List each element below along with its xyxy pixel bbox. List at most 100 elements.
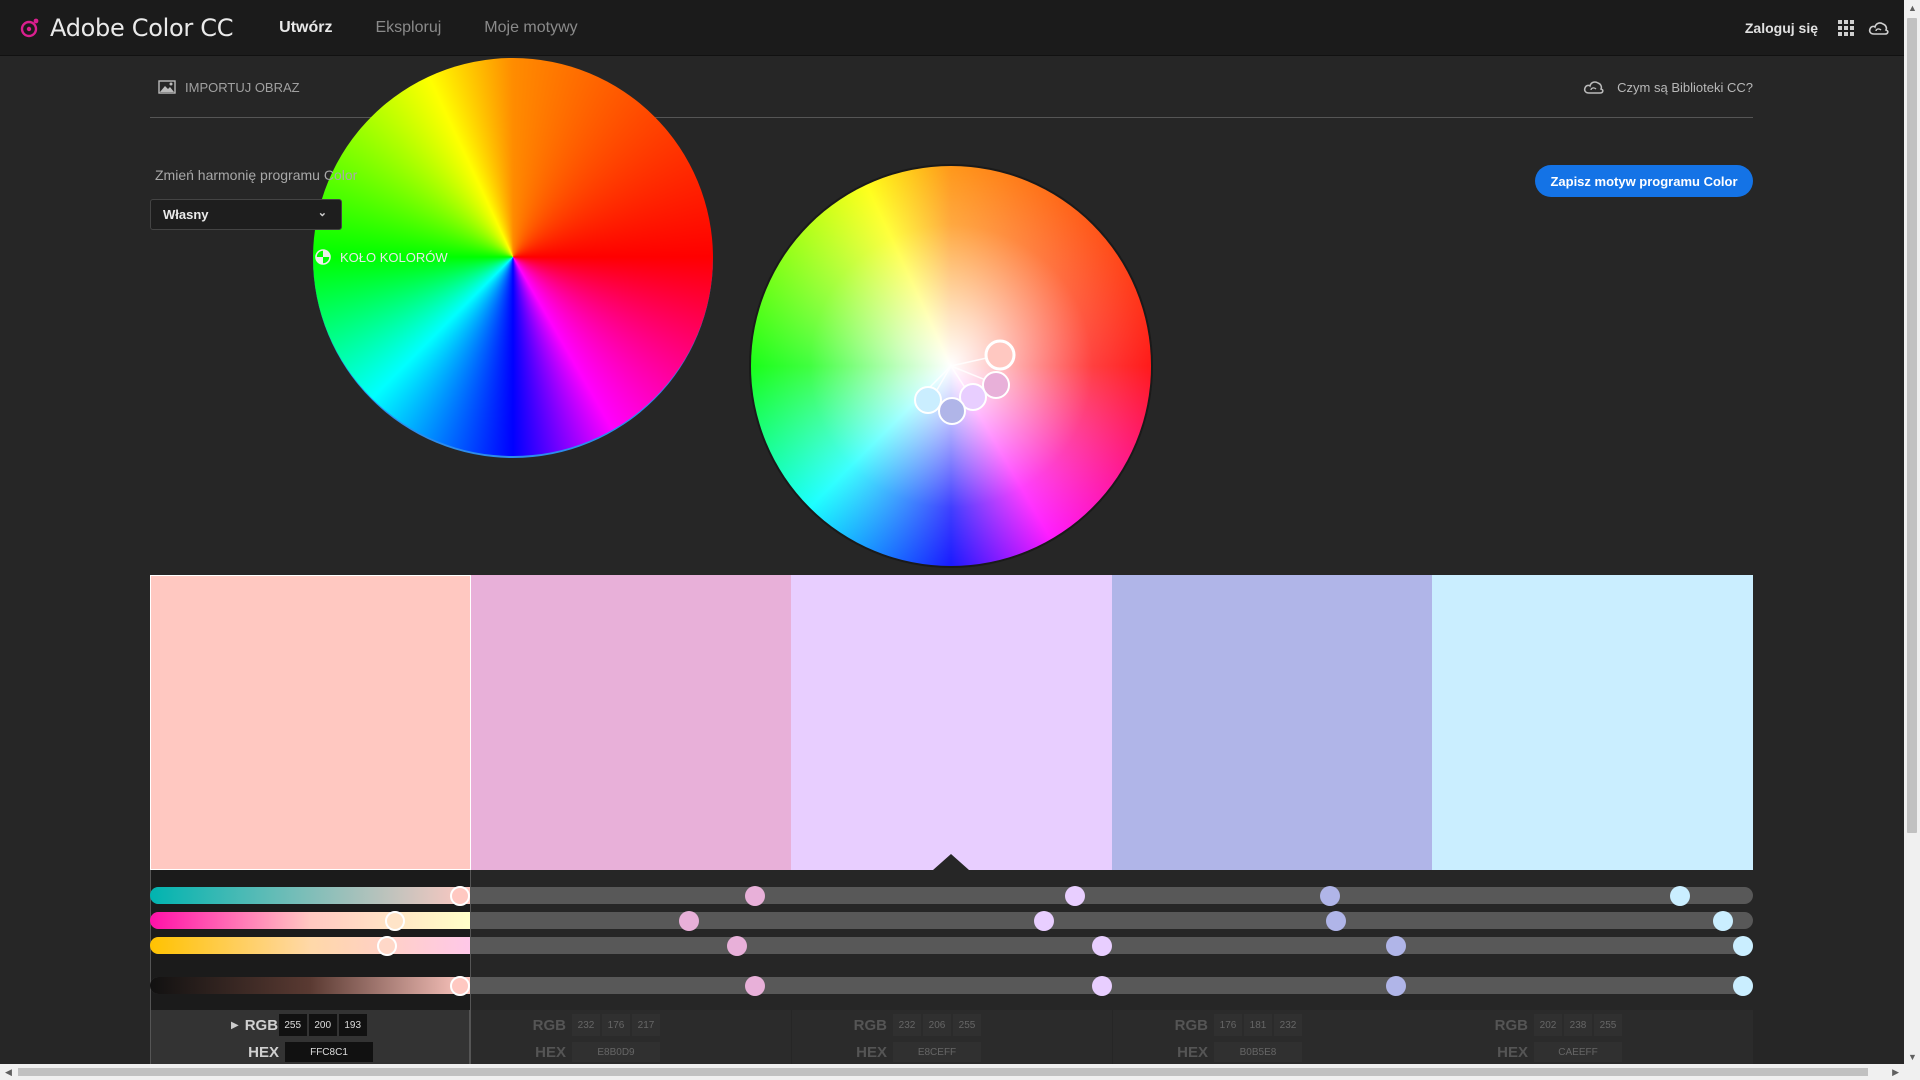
vertical-scrollbar-thumb[interactable] xyxy=(1907,18,1917,833)
hex-label: HEX xyxy=(535,1043,566,1061)
wheel-marker-3 xyxy=(938,397,966,425)
tab-import-image[interactable]: IMPORTUJ OBRAZ xyxy=(158,56,300,118)
slider-knob[interactable] xyxy=(385,910,405,931)
swatch-row xyxy=(150,575,1753,870)
hex-value[interactable]: FFC8C1 xyxy=(285,1042,373,1062)
color-wheel-icon xyxy=(315,249,331,265)
swatch-values-2: RGB 232 206 255 HEX E8CEFF xyxy=(792,1010,1112,1064)
rgb-g-value[interactable]: 238 xyxy=(1564,1014,1592,1036)
rgb-b-value[interactable]: 193 xyxy=(338,1014,367,1036)
slider-knob[interactable] xyxy=(1320,885,1340,906)
scroll-right-icon[interactable]: ▶ xyxy=(1892,1067,1899,1078)
rgb-r-value[interactable]: 255 xyxy=(278,1014,307,1036)
scroll-down-icon[interactable]: ▼ xyxy=(1908,1052,1917,1062)
hex-label: HEX xyxy=(856,1043,887,1061)
tab-color-wheel[interactable]: KOŁO KOLORÓW xyxy=(313,58,713,458)
slider-knob[interactable] xyxy=(679,910,699,931)
nav-create[interactable]: Utwórz xyxy=(279,19,332,37)
slider-knob[interactable] xyxy=(1092,935,1112,956)
image-icon xyxy=(158,80,176,94)
swatch-values-0: ▶ RGB 255 200 193 HEX FFC8C1 xyxy=(150,1010,470,1064)
swatch-values-3: RGB 176 181 232 HEX B0B5E8 xyxy=(1113,1010,1433,1064)
rgb-r-value[interactable]: 232 xyxy=(572,1014,600,1036)
horizontal-scrollbar-thumb[interactable] xyxy=(18,1068,1868,1076)
black-gradient xyxy=(150,977,470,994)
horizontal-scrollbar[interactable]: ◀ ▶ xyxy=(0,1064,1904,1080)
rgb-g-value[interactable]: 200 xyxy=(308,1014,337,1036)
slider-knob[interactable] xyxy=(1713,910,1733,931)
hex-value[interactable]: B0B5E8 xyxy=(1214,1042,1302,1062)
slider-knob[interactable] xyxy=(1733,975,1753,996)
rgb-label: RGB xyxy=(853,1016,887,1034)
rgb-label: RGB xyxy=(244,1016,279,1034)
swatch[interactable] xyxy=(1432,575,1753,870)
harmony-label: Zmień harmonię programu Color xyxy=(155,167,358,183)
swatch[interactable] xyxy=(150,575,471,870)
slider-knob[interactable] xyxy=(1092,975,1112,996)
slider-knob[interactable] xyxy=(1386,975,1406,996)
rgb-label: RGB xyxy=(532,1016,566,1034)
slider-knob[interactable] xyxy=(727,935,747,956)
cc-libraries-label: Czym są Biblioteki CC? xyxy=(1617,79,1753,95)
rgb-b-value[interactable]: 217 xyxy=(632,1014,660,1036)
rgb-r-value[interactable]: 202 xyxy=(1534,1014,1562,1036)
slider-knob[interactable] xyxy=(1065,885,1085,906)
rgb-b-value[interactable]: 232 xyxy=(1274,1014,1302,1036)
wheel-marker-1 xyxy=(982,371,1010,399)
logo[interactable]: Adobe Color CC xyxy=(18,14,233,42)
cyan-gradient xyxy=(150,887,470,904)
slider-knob[interactable] xyxy=(1386,935,1406,956)
hex-value[interactable]: E8B0D9 xyxy=(572,1042,660,1062)
slider-knob[interactable] xyxy=(450,885,470,906)
swatch[interactable] xyxy=(791,575,1112,870)
nav-explore[interactable]: Eksploruj xyxy=(375,19,441,37)
rgb-g-value[interactable]: 206 xyxy=(923,1014,951,1036)
creative-cloud-icon xyxy=(1584,81,1604,94)
vertical-scrollbar[interactable]: ▲ ▼ xyxy=(1904,0,1920,1080)
expand-triangle-icon[interactable]: ▶ xyxy=(231,1020,239,1031)
save-theme-button[interactable]: Zapisz motyw programu Color xyxy=(1535,165,1753,197)
hex-label: HEX xyxy=(1177,1043,1208,1061)
rgb-r-value[interactable]: 232 xyxy=(893,1014,921,1036)
slider-knob[interactable] xyxy=(1326,910,1346,931)
harmony-value: Własny xyxy=(163,207,209,222)
harmony-dropdown[interactable]: Własny ⌄ xyxy=(150,199,342,230)
slider-knob[interactable] xyxy=(377,935,397,956)
login-link[interactable]: Zaloguj się xyxy=(1745,20,1818,36)
wheel-marker-0 xyxy=(984,339,1016,371)
hex-value[interactable]: E8CEFF xyxy=(893,1042,981,1062)
hex-value[interactable]: CAEEFF xyxy=(1534,1042,1622,1062)
mode-tabs: IMPORTUJ OBRAZ KOŁO KOLORÓW Czym są Bibl… xyxy=(150,56,1753,458)
apps-grid-icon[interactable] xyxy=(1838,20,1854,36)
yellow-gradient xyxy=(150,937,470,954)
rgb-b-value[interactable]: 255 xyxy=(953,1014,981,1036)
app-title: Adobe Color CC xyxy=(50,13,234,42)
swatch-values-4: RGB 202 238 255 HEX CAEEFF xyxy=(1433,1010,1753,1064)
slider-knob[interactable] xyxy=(450,975,470,996)
swatch-pointer-icon xyxy=(933,854,970,870)
swatch-values-1: RGB 232 176 217 HEX E8B0D9 xyxy=(471,1010,791,1064)
slider-knob[interactable] xyxy=(745,975,765,996)
color-wheel[interactable] xyxy=(749,164,1153,568)
cc-libraries-link[interactable]: Czym są Biblioteki CC? xyxy=(1583,56,1753,118)
slider-knob[interactable] xyxy=(1034,910,1054,931)
magenta-gradient xyxy=(150,912,470,929)
rgb-g-value[interactable]: 181 xyxy=(1244,1014,1272,1036)
hex-label: HEX xyxy=(1497,1043,1528,1061)
rgb-b-value[interactable]: 255 xyxy=(1594,1014,1622,1036)
adobe-color-logo-icon xyxy=(20,18,39,37)
slider-knob[interactable] xyxy=(1670,885,1690,906)
slider-knob[interactable] xyxy=(745,885,765,906)
rgb-r-value[interactable]: 176 xyxy=(1214,1014,1242,1036)
slider-knob[interactable] xyxy=(1733,935,1753,956)
nav-my-themes[interactable]: Moje motywy xyxy=(484,19,577,37)
rgb-label: RGB xyxy=(1174,1016,1208,1034)
swatch[interactable] xyxy=(1111,575,1433,870)
rgb-label: RGB xyxy=(1494,1016,1528,1034)
swatch[interactable] xyxy=(470,575,792,870)
creative-cloud-icon[interactable] xyxy=(1868,19,1890,37)
scroll-left-icon[interactable]: ◀ xyxy=(5,1067,12,1078)
scroll-up-icon[interactable]: ▲ xyxy=(1908,3,1917,13)
top-right-actions: Zaloguj się xyxy=(1745,0,1890,56)
rgb-g-value[interactable]: 176 xyxy=(602,1014,630,1036)
